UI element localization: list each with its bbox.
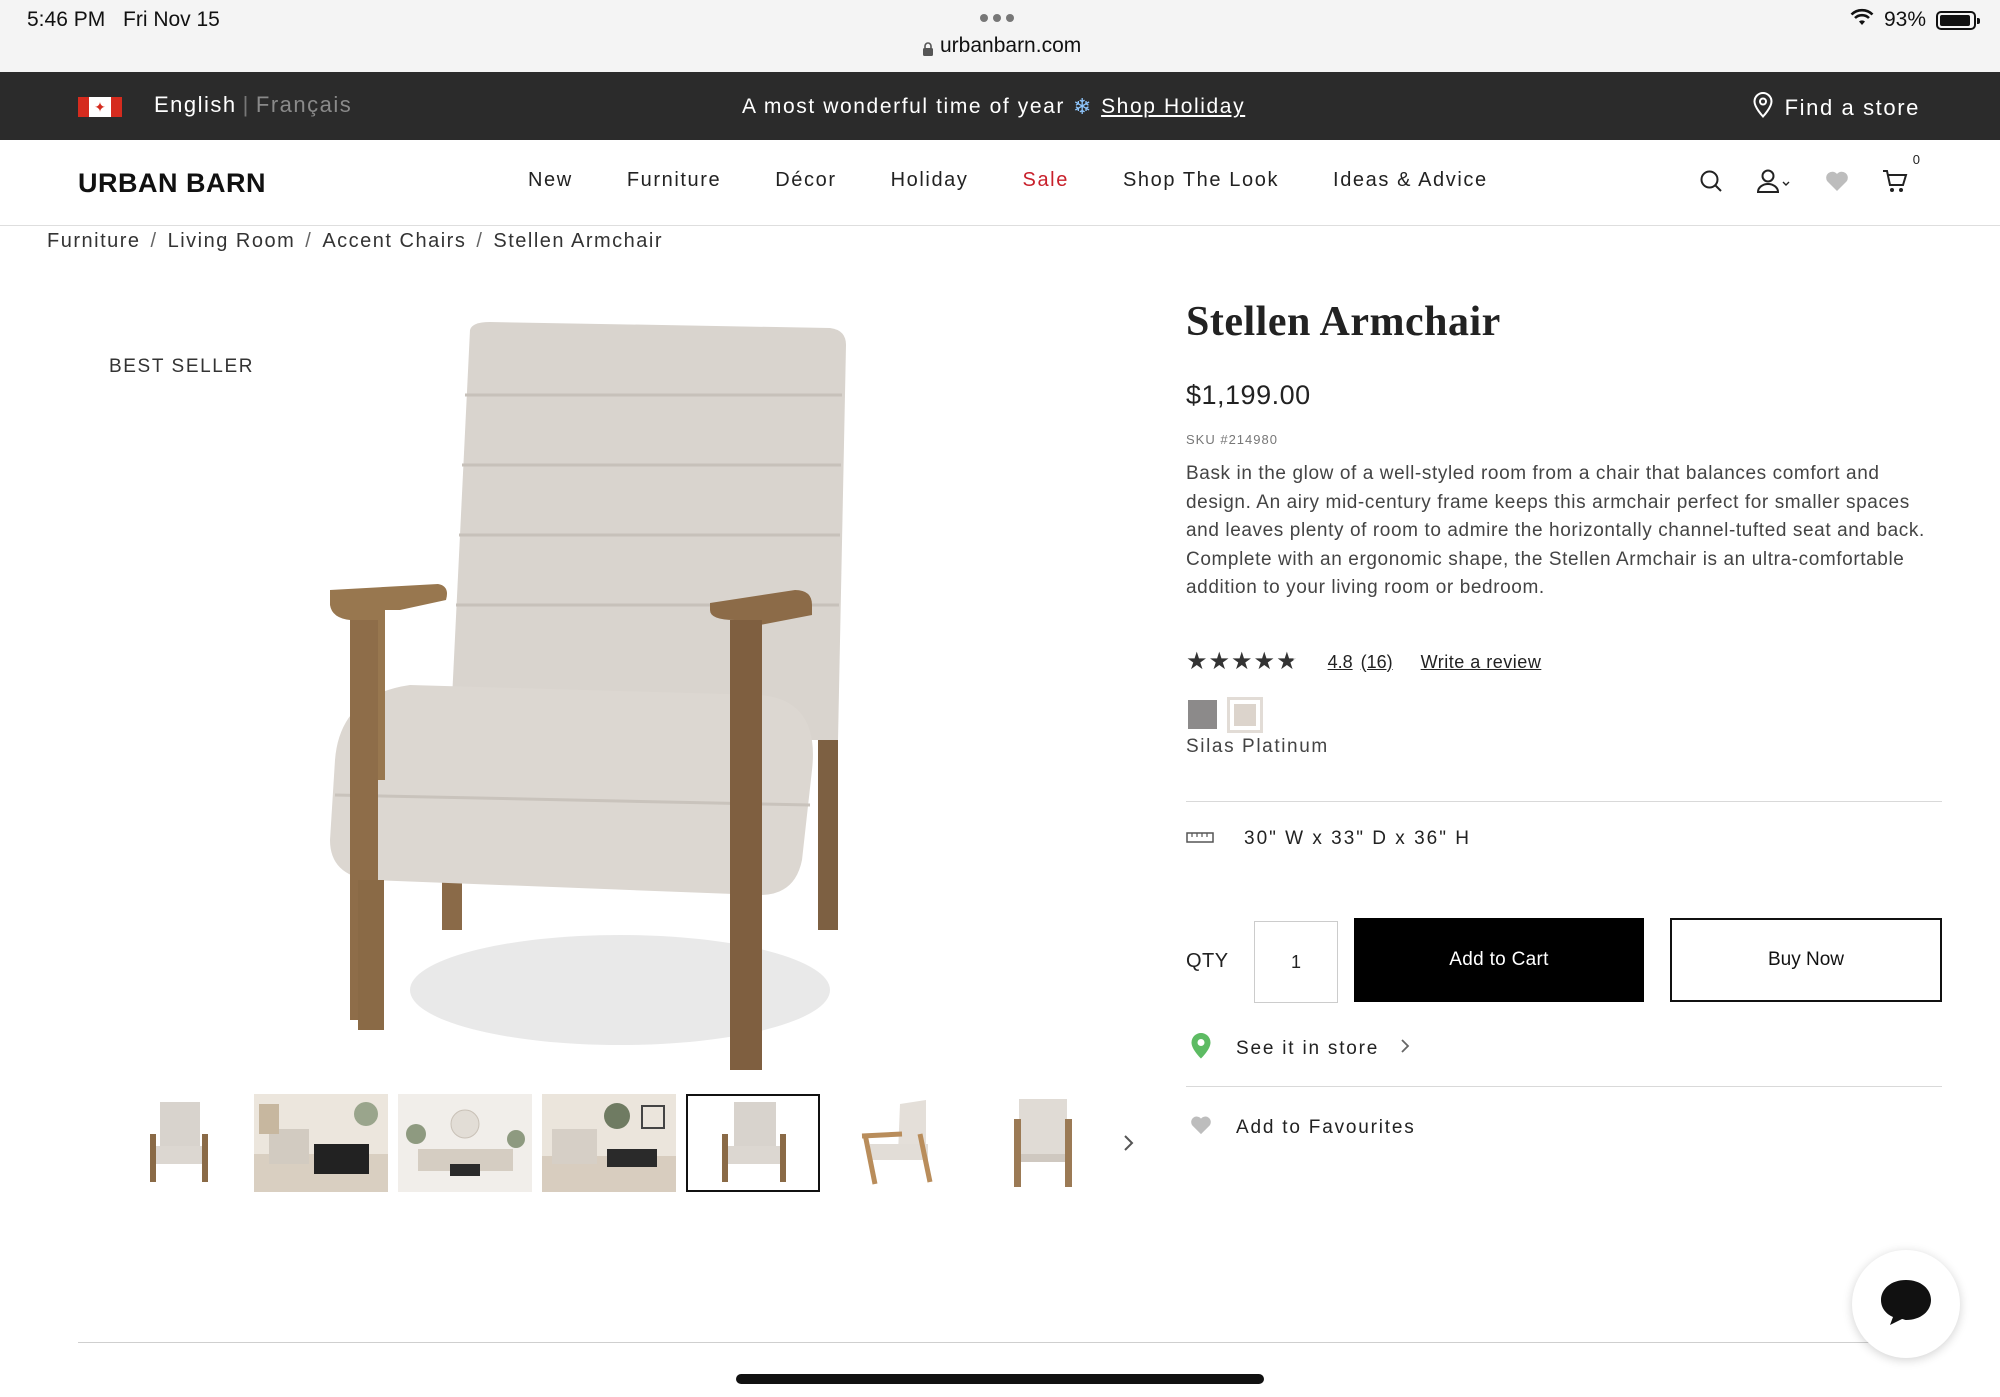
dimensions-row: 30" W x 33" D x 36" H	[1186, 828, 1471, 850]
breadcrumb-current: Stellen Armchair	[493, 230, 664, 252]
buy-now-button[interactable]: Buy Now	[1670, 918, 1942, 1002]
dimensions-text: 30" W x 33" D x 36" H	[1244, 828, 1471, 849]
thumbnail-next-chevron-icon[interactable]	[1117, 1128, 1141, 1158]
wifi-icon	[1850, 8, 1874, 32]
lang-english[interactable]: English	[154, 92, 237, 117]
address-bar[interactable]: urbanbarn.com	[922, 34, 1081, 58]
language-switcher: English | Français	[154, 92, 352, 118]
swatch-silas-platinum-selected[interactable]	[1227, 697, 1263, 733]
quantity-input[interactable]	[1254, 921, 1338, 1003]
home-indicator[interactable]	[736, 1374, 1264, 1384]
thumbnail-strip	[110, 1094, 1108, 1192]
ruler-icon	[1186, 828, 1214, 850]
see-in-store-link[interactable]: See it in store	[1190, 1032, 1411, 1066]
product-hero-image[interactable]	[290, 300, 910, 1070]
thumbnail-2[interactable]	[254, 1094, 388, 1192]
lang-french[interactable]: Français	[256, 92, 352, 117]
nav-item-holiday[interactable]: Holiday	[891, 169, 969, 192]
add-to-cart-button[interactable]: Add to Cart	[1354, 918, 1644, 1002]
color-swatches	[1188, 697, 1263, 733]
wishlist-heart-icon[interactable]	[1822, 166, 1852, 196]
nav-item-new[interactable]: New	[528, 169, 573, 192]
nav-icons: 0	[1696, 152, 1920, 196]
star-icon: ★	[1208, 648, 1231, 675]
product-price: $1,199.00	[1186, 380, 1311, 410]
battery-icon	[1936, 10, 1980, 30]
divider	[1186, 801, 1942, 802]
find-store-link[interactable]: Find a store	[1753, 91, 1920, 124]
write-review-link[interactable]: Write a review	[1421, 652, 1542, 673]
add-to-favourites-link[interactable]: Add to Favourites	[1190, 1115, 1416, 1141]
nav-menu: New Furniture Décor Holiday Sale Shop Th…	[528, 169, 1542, 192]
search-icon[interactable]	[1696, 166, 1726, 196]
add-to-favourites-label: Add to Favourites	[1236, 1117, 1416, 1138]
location-pin-icon	[1753, 91, 1773, 124]
review-count[interactable]: (16)	[1361, 652, 1393, 673]
star-icon: ★	[1253, 648, 1276, 675]
nav-item-decor[interactable]: Décor	[775, 169, 836, 192]
star-icon: ★	[1276, 648, 1298, 675]
star-icon: ★	[1186, 648, 1208, 675]
site-logo[interactable]: URBAN BARN	[78, 168, 266, 199]
product-sku: SKU #214980	[1186, 432, 1278, 447]
section-divider	[78, 1342, 1922, 1343]
multitask-dots-icon[interactable]	[980, 14, 1014, 22]
rating-value[interactable]: 4.8	[1328, 652, 1353, 673]
divider	[1186, 1086, 1942, 1087]
nav-item-ideas-advice[interactable]: Ideas & Advice	[1333, 169, 1488, 192]
battery-percent: 93%	[1883, 8, 1926, 31]
status-time: 5:46 PM	[27, 8, 106, 31]
thumbnail-3[interactable]	[398, 1094, 532, 1192]
account-icon[interactable]	[1754, 166, 1794, 196]
store-pin-icon	[1190, 1032, 1212, 1066]
qty-label: QTY	[1186, 950, 1229, 972]
snowflake-icon: ❄	[1073, 94, 1094, 119]
promo-text: A most wonderful time of year	[742, 95, 1066, 118]
status-date: Fri Nov 15	[123, 8, 220, 31]
chevron-right-icon	[1399, 1036, 1411, 1062]
breadcrumb-separator: /	[305, 230, 313, 252]
main-nav: URBAN BARN New Furniture Décor Holiday S…	[0, 140, 2000, 226]
promo-message: A most wonderful time of year ❄ Shop Hol…	[742, 94, 1245, 120]
cart-icon[interactable]: 0	[1880, 152, 1920, 196]
url-text: urbanbarn.com	[940, 34, 1082, 57]
selected-color-name: Silas Platinum	[1186, 736, 1329, 757]
product-description: Bask in the glow of a well-styled room f…	[1186, 463, 1925, 598]
nav-item-sale[interactable]: Sale	[1023, 169, 1069, 192]
swatch-gray[interactable]	[1188, 700, 1217, 729]
canada-flag-icon: ✦	[78, 97, 122, 117]
thumbnail-5-selected[interactable]	[686, 1094, 820, 1192]
lang-separator: |	[242, 92, 250, 117]
breadcrumb-accent-chairs[interactable]: Accent Chairs	[322, 230, 466, 253]
nav-item-furniture[interactable]: Furniture	[627, 169, 721, 192]
thumbnail-7[interactable]	[974, 1094, 1108, 1192]
breadcrumb-separator: /	[150, 230, 158, 252]
thumbnail-6[interactable]	[830, 1094, 964, 1192]
status-indicators: 93%	[1850, 8, 1980, 32]
find-store-label: Find a store	[1784, 95, 1920, 120]
product-title: Stellen Armchair	[1186, 299, 1501, 345]
nav-item-shop-the-look[interactable]: Shop The Look	[1123, 169, 1279, 192]
promo-bar: ✦ English | Français A most wonderful time…	[0, 72, 2000, 140]
rating-row: ★ ★ ★ ★ ★ 4.8 (16) Write a review	[1186, 650, 1541, 674]
breadcrumb: Furniture / Living Room / Accent Chairs …	[47, 230, 663, 253]
breadcrumb-living-room[interactable]: Living Room	[168, 230, 296, 253]
ios-status-bar: 5:46 PM Fri Nov 15 urbanbarn.com 93%	[0, 0, 2000, 72]
lock-icon	[922, 39, 934, 56]
best-seller-badge: BEST SELLER	[109, 356, 255, 377]
breadcrumb-furniture[interactable]: Furniture	[47, 230, 141, 253]
star-icon: ★	[1231, 648, 1253, 675]
thumbnail-1[interactable]	[110, 1094, 244, 1192]
chat-button[interactable]	[1852, 1250, 1960, 1358]
breadcrumb-separator: /	[476, 230, 484, 252]
see-in-store-label: See it in store	[1236, 1038, 1380, 1059]
chat-bubble-icon	[1878, 1277, 1934, 1332]
heart-icon	[1190, 1115, 1212, 1141]
star-rating[interactable]: ★ ★ ★ ★ ★	[1186, 650, 1298, 674]
cart-count: 0	[1912, 152, 1920, 167]
shop-holiday-link[interactable]: Shop Holiday	[1101, 95, 1245, 119]
thumbnail-4[interactable]	[542, 1094, 676, 1192]
